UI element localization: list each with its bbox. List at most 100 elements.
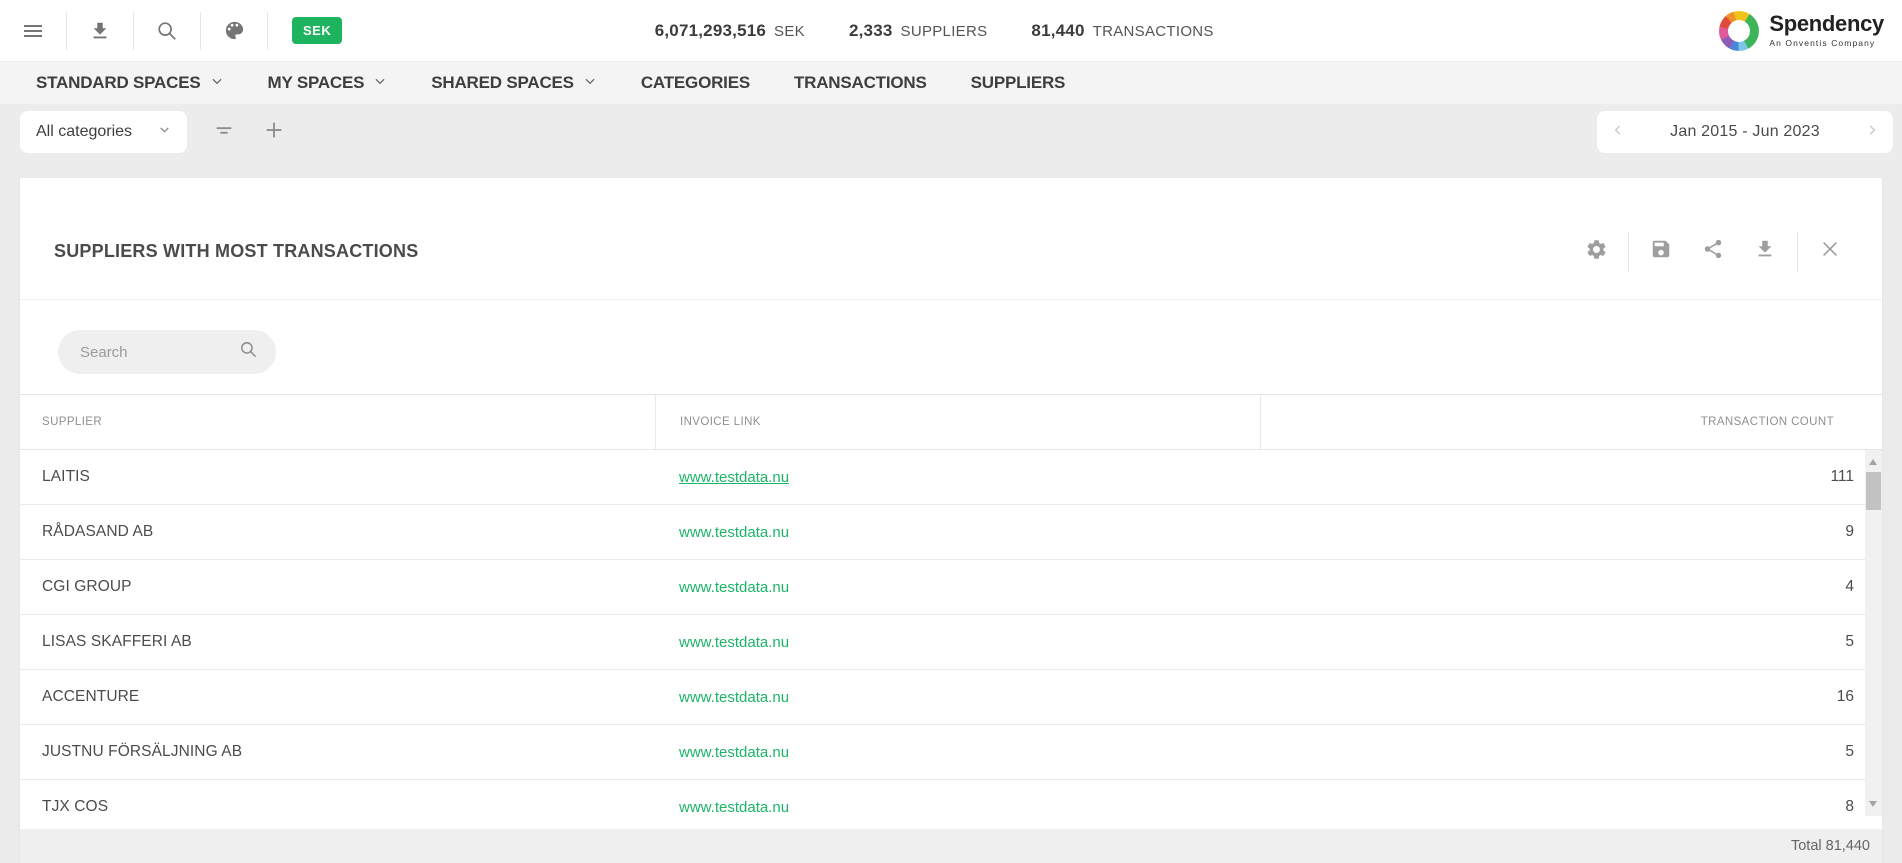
nav-label: SUPPLIERS: [971, 73, 1066, 93]
divider: [1797, 232, 1798, 272]
menu-button[interactable]: [0, 12, 67, 50]
next-period-button[interactable]: [1865, 123, 1879, 142]
invoice-link[interactable]: www.testdata.nu: [679, 799, 789, 816]
filter-lines-icon: [213, 119, 235, 146]
table-rows: LAITIS www.testdata.nu 111 RÅDASAND AB w…: [20, 450, 1882, 829]
transaction-count-cell: 8: [1260, 798, 1882, 816]
scroll-up-arrow-icon[interactable]: [1869, 459, 1877, 465]
supplier-cell: JUSTNU FÖRSÄLJNING AB: [20, 743, 655, 761]
currency-badge[interactable]: SEK: [292, 17, 342, 44]
invoice-link[interactable]: www.testdata.nu: [679, 469, 789, 486]
share-icon: [1702, 238, 1724, 265]
widget-actions: [1570, 232, 1856, 272]
supplier-cell: LISAS SKAFFERI AB: [20, 633, 655, 651]
nav-my-spaces[interactable]: MY SPACES: [268, 73, 388, 93]
transaction-count-cell: 4: [1260, 578, 1882, 596]
table-row[interactable]: ACCENTURE www.testdata.nu 16: [20, 670, 1882, 725]
widget-search[interactable]: [58, 330, 276, 374]
table-row[interactable]: LISAS SKAFFERI AB www.testdata.nu 5: [20, 615, 1882, 670]
brand-name: Spendency: [1769, 13, 1884, 35]
widget-header: SUPPLIERS WITH MOST TRANSACTIONS: [20, 178, 1882, 300]
chevron-down-icon: [210, 73, 224, 93]
chevron-right-icon: [1865, 123, 1879, 142]
download-button[interactable]: [67, 12, 134, 50]
table-header: SUPPLIER INVOICE LINK TRANSACTION COUNT: [20, 394, 1882, 450]
total-spend-stat: 6,071,293,516 SEK: [655, 21, 805, 41]
chevron-left-icon: [1611, 123, 1625, 142]
invoice-link[interactable]: www.testdata.nu: [679, 579, 789, 596]
palette-icon: [223, 19, 246, 42]
widget-share-button[interactable]: [1687, 238, 1739, 265]
header-stats: 6,071,293,516 SEK 2,333 SUPPLIERS 81,440…: [655, 0, 1214, 61]
invoice-link[interactable]: www.testdata.nu: [679, 524, 789, 541]
suppliers-label: SUPPLIERS: [901, 23, 988, 40]
invoice-link[interactable]: www.testdata.nu: [679, 634, 789, 651]
nav-categories[interactable]: CATEGORIES: [641, 73, 750, 93]
table-body: LAITIS www.testdata.nu 111 RÅDASAND AB w…: [20, 450, 1882, 829]
widget-save-button[interactable]: [1635, 238, 1687, 265]
theme-button[interactable]: [201, 12, 268, 50]
total-label: Total 81,440: [1791, 838, 1870, 854]
table-row[interactable]: CGI GROUP www.testdata.nu 4: [20, 560, 1882, 615]
scrollbar-thumb[interactable]: [1866, 472, 1881, 510]
nav-suppliers[interactable]: SUPPLIERS: [971, 73, 1066, 93]
total-spend-value: 6,071,293,516: [655, 21, 766, 41]
nav-label: SHARED SPACES: [431, 73, 574, 93]
chevron-down-icon: [583, 73, 597, 93]
search-icon: [156, 20, 178, 42]
column-header-supplier[interactable]: SUPPLIER: [20, 395, 655, 449]
search-button[interactable]: [134, 12, 201, 50]
table-row[interactable]: RÅDASAND AB www.testdata.nu 9: [20, 505, 1882, 560]
invoice-link-cell: www.testdata.nu: [655, 524, 1260, 541]
nav-transactions[interactable]: TRANSACTIONS: [794, 73, 927, 93]
add-filter-button[interactable]: [263, 119, 285, 146]
filter-button[interactable]: [213, 119, 235, 146]
hamburger-icon: [21, 19, 45, 43]
category-selector[interactable]: All categories: [20, 111, 187, 153]
total-spend-label: SEK: [774, 23, 805, 40]
table-footer: Total 81,440: [20, 829, 1882, 863]
prev-period-button[interactable]: [1611, 123, 1625, 142]
table-row[interactable]: TJX COS www.testdata.nu 8: [20, 780, 1882, 829]
save-icon: [1650, 238, 1672, 265]
brand-tagline: An Onventis Company: [1769, 38, 1884, 48]
close-icon: [1819, 238, 1841, 265]
download-icon: [1754, 238, 1776, 265]
nav-standard-spaces[interactable]: STANDARD SPACES: [36, 73, 224, 93]
nav-shared-spaces[interactable]: SHARED SPACES: [431, 73, 597, 93]
filter-bar: All categories Jan 2015 - Jun 2023: [0, 104, 1902, 160]
date-range-value: Jan 2015 - Jun 2023: [1670, 123, 1820, 141]
nav-label: TRANSACTIONS: [794, 73, 927, 93]
column-header-transaction-count[interactable]: TRANSACTION COUNT: [1260, 395, 1882, 449]
transaction-count-cell: 16: [1260, 688, 1882, 706]
widget-title: SUPPLIERS WITH MOST TRANSACTIONS: [54, 241, 418, 262]
transaction-count-cell: 5: [1260, 633, 1882, 651]
search-icon: [239, 340, 258, 364]
table-row[interactable]: JUSTNU FÖRSÄLJNING AB www.testdata.nu 5: [20, 725, 1882, 780]
nav-label: MY SPACES: [268, 73, 365, 93]
invoice-link[interactable]: www.testdata.nu: [679, 744, 789, 761]
transaction-count-cell: 5: [1260, 743, 1882, 761]
widget-settings-button[interactable]: [1570, 238, 1622, 266]
invoice-link[interactable]: www.testdata.nu: [679, 689, 789, 706]
scroll-down-arrow-icon[interactable]: [1869, 801, 1877, 807]
table-row[interactable]: LAITIS www.testdata.nu 111: [20, 450, 1882, 505]
invoice-link-cell: www.testdata.nu: [655, 579, 1260, 596]
invoice-link-cell: www.testdata.nu: [655, 799, 1260, 816]
chevron-down-icon: [158, 123, 171, 141]
table-scrollbar[interactable]: [1865, 450, 1882, 816]
plus-icon: [263, 119, 285, 146]
transaction-count-cell: 9: [1260, 523, 1882, 541]
supplier-cell: ACCENTURE: [20, 688, 655, 706]
widget-close-button[interactable]: [1804, 238, 1856, 265]
download-icon: [89, 20, 111, 42]
invoice-link-cell: www.testdata.nu: [655, 689, 1260, 706]
app-header: SEK 6,071,293,516 SEK 2,333 SUPPLIERS 81…: [0, 0, 1902, 62]
spendency-ring-icon: [1719, 11, 1759, 51]
widget-download-button[interactable]: [1739, 238, 1791, 265]
column-header-invoice-link[interactable]: INVOICE LINK: [655, 395, 1260, 449]
category-selector-value: All categories: [36, 123, 132, 141]
date-range-picker[interactable]: Jan 2015 - Jun 2023: [1597, 111, 1893, 153]
search-input[interactable]: [80, 344, 220, 361]
transactions-value: 81,440: [1031, 21, 1084, 41]
